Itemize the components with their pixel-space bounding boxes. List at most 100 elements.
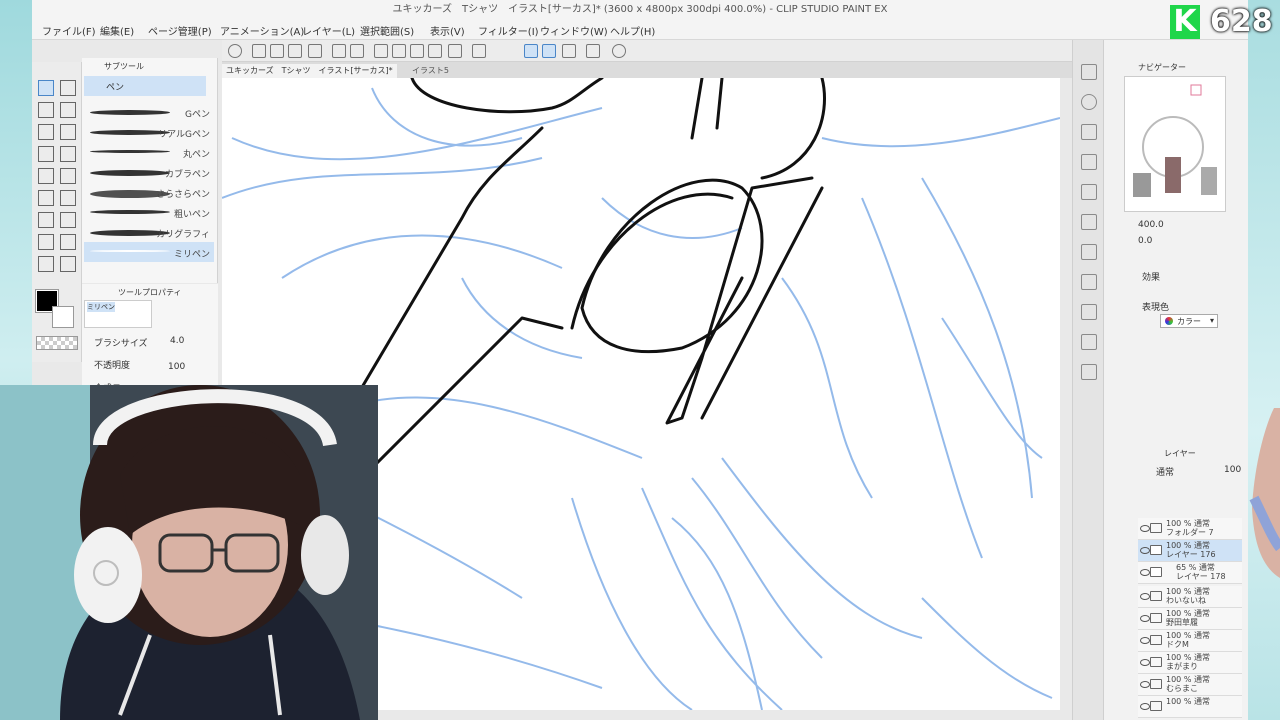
export-icon[interactable] [308,44,322,58]
timeline-icon[interactable] [1081,274,1097,290]
close-panel-icon[interactable] [1081,124,1097,140]
opacity-label: 不透明度 [94,361,131,371]
brush-sarasara-pen[interactable]: さらさらペン [84,182,214,202]
menu-window[interactable]: ウィンドウ(W) [540,23,608,38]
menu-page[interactable]: ページ管理(P) [148,23,212,38]
menu-filter[interactable]: フィルター(I) [478,23,539,38]
canvas-tab-bar: ユキッカーズ Tシャツ イラスト[サーカス]* イラスト5 [222,62,1072,78]
visibility-eye-icon[interactable] [1140,569,1150,576]
fill-tool-icon[interactable] [38,146,54,162]
lasso-tool-icon[interactable] [38,168,54,184]
layer-row[interactable]: 100 % 通常 ドクM [1138,630,1242,652]
visibility-eye-icon[interactable] [1140,637,1150,644]
auto-select-tool-icon[interactable] [60,168,76,184]
menu-animation[interactable]: アニメーション(A) [220,23,304,38]
tab-illustration5[interactable]: イラスト5 [408,64,453,78]
show-selection-icon[interactable] [448,44,462,58]
snap-grid-icon[interactable] [542,44,556,58]
navigator-thumbnail[interactable] [1124,76,1226,212]
brush-kabura-pen[interactable]: カブラペン [84,162,214,182]
transparent-color-swatch[interactable] [36,336,78,350]
subtool-group-tab[interactable]: ペン [84,76,206,96]
visibility-eye-icon[interactable] [1140,525,1150,532]
menu-edit[interactable]: 編集(E) [100,23,134,38]
expression-color-select[interactable]: カラー ▾ [1160,314,1218,328]
figure-tool-icon[interactable] [38,190,54,206]
eraser-tool-icon[interactable] [60,102,76,118]
gradient-tool-icon[interactable] [60,146,76,162]
brush-real-gpen[interactable]: リアルGペン [84,122,214,142]
transform-icon[interactable] [410,44,424,58]
search-layer-icon[interactable] [1081,94,1097,110]
selection-off-icon[interactable] [428,44,442,58]
text-tool-icon[interactable] [38,212,54,228]
ruler-pen-icon[interactable] [562,44,576,58]
new-file-icon[interactable] [252,44,266,58]
open-file-icon[interactable] [270,44,284,58]
layer-row[interactable]: 100 % 通常 [1138,696,1242,718]
ruler-tool-icon[interactable] [60,190,76,206]
redo-icon[interactable] [350,44,364,58]
brush-maru-pen[interactable]: 丸ペン [84,142,214,162]
snap-ruler-icon[interactable] [472,44,486,58]
visibility-eye-icon[interactable] [1140,703,1150,710]
layer-row[interactable]: 100 % 通常 むらまこ [1138,674,1242,696]
visibility-eye-icon[interactable] [1140,681,1150,688]
grid-icon[interactable] [1081,214,1097,230]
close-panel-icon[interactable] [1081,184,1097,200]
pencil-tool-icon[interactable] [60,80,76,96]
viewer-count: 628 [1210,4,1273,39]
layer-property-icon[interactable] [1081,64,1097,80]
visibility-eye-icon[interactable] [1140,615,1150,622]
layer-row[interactable]: 100 % 通常 わいないね [1138,586,1242,608]
help-icon[interactable] [612,44,626,58]
history-icon[interactable] [1081,304,1097,320]
menu-view[interactable]: 表示(V) [430,23,465,38]
balloon-tool-icon[interactable] [60,212,76,228]
auto-action-icon[interactable] [1081,364,1097,380]
brush-tool-icon[interactable] [38,102,54,118]
hand-tool-icon[interactable] [38,256,54,272]
menu-layer[interactable]: レイヤー(L) [302,23,355,38]
layer-row[interactable]: 100 % 通常 野田草履 [1138,608,1242,630]
brush-size-value[interactable]: 4.0 [170,336,184,346]
operation-tool-icon[interactable] [38,124,54,140]
menu-selection[interactable]: 選択範囲(S) [360,23,414,38]
layer-blend-mode[interactable]: 通常 [1156,465,1174,478]
zoom-value[interactable]: 400.0 [1138,220,1164,230]
clipboard-icon[interactable] [1081,244,1097,260]
menu-help[interactable]: ヘルプ(H) [610,23,655,38]
save-icon[interactable] [288,44,302,58]
clear-icon[interactable] [374,44,388,58]
correct-line-tool-icon[interactable] [38,234,54,250]
tab-tshirt-illustration[interactable]: ユキッカーズ Tシャツ イラスト[サーカス]* [222,64,397,78]
color-wheel-icon [1165,317,1173,325]
visibility-eye-icon[interactable] [1140,659,1150,666]
material-icon[interactable] [1081,154,1097,170]
layer-opacity[interactable]: 100 [1224,465,1241,475]
brush-calligraphy[interactable]: カリグラフィ [84,222,214,242]
fill-icon[interactable] [392,44,406,58]
undo-icon[interactable] [332,44,346,58]
brush-rough-pen[interactable]: 粗いペン [84,202,214,222]
pen-tool-icon[interactable] [38,80,54,96]
eyedropper-tool-icon[interactable] [60,256,76,272]
snap-special-ruler-icon[interactable] [524,44,538,58]
rotate-value[interactable]: 0.0 [1138,236,1152,246]
layer-row[interactable]: 100 % 通常 レイヤー 176 [1138,540,1242,562]
move-tool-icon[interactable] [60,124,76,140]
tablet-settings-icon[interactable] [586,44,600,58]
brush-milli-pen[interactable]: ミリペン [84,242,214,262]
opacity-value[interactable]: 100 [168,362,185,372]
visibility-eye-icon[interactable] [1140,593,1150,600]
layer-row[interactable]: 65 % 通常 レイヤー 178 [1138,562,1242,584]
visibility-eye-icon[interactable] [1140,547,1150,554]
frame-tool-icon[interactable] [60,234,76,250]
item-bank-icon[interactable] [1081,334,1097,350]
menu-file[interactable]: ファイル(F) [42,23,96,38]
clip-studio-icon[interactable] [228,44,242,58]
layer-row[interactable]: 100 % 通常 フォルダー 7 [1138,518,1242,540]
brush-gpen[interactable]: Gペン [84,102,214,122]
layer-row[interactable]: 100 % 通常 まがまり [1138,652,1242,674]
sub-color-swatch[interactable] [52,306,74,328]
